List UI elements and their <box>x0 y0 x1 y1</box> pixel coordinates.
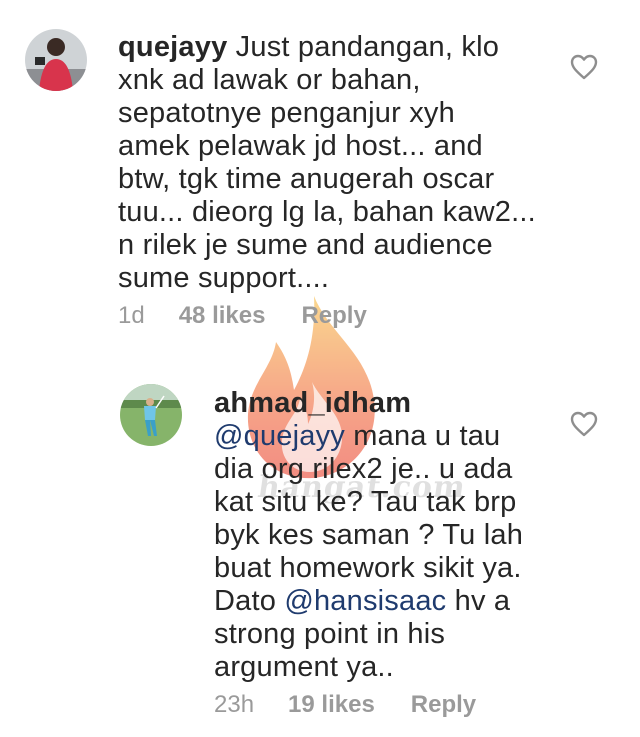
mention-link[interactable]: @hansisaac <box>284 585 446 617</box>
avatar[interactable] <box>25 29 87 91</box>
user-avatar-photo <box>25 29 87 91</box>
avatar[interactable] <box>120 384 182 446</box>
comment-username[interactable]: quejayy <box>118 31 227 63</box>
heart-outline-icon[interactable] <box>570 411 598 437</box>
comment-text: ahmad_idham @quejayy mana u tau dia org … <box>214 387 524 683</box>
reply-button[interactable]: Reply <box>411 691 476 719</box>
reply-button[interactable]: Reply <box>301 302 366 330</box>
comment-meta: 23h 19 likes Reply <box>214 691 476 719</box>
mention-link[interactable]: @quejayy <box>214 420 345 452</box>
comment-meta: 1d 48 likes Reply <box>118 302 367 330</box>
likes-count[interactable]: 48 likes <box>179 302 266 330</box>
comment-time: 23h <box>214 691 255 718</box>
comment-text: quejayy Just pandangan, klo xnk ad lawak… <box>118 31 536 294</box>
comment-time: 1d <box>118 302 145 329</box>
likes-count[interactable]: 19 likes <box>288 691 375 719</box>
golfer-avatar-photo <box>120 384 182 446</box>
comment-username[interactable]: ahmad_idham <box>214 387 411 419</box>
heart-outline-icon[interactable] <box>570 54 598 80</box>
